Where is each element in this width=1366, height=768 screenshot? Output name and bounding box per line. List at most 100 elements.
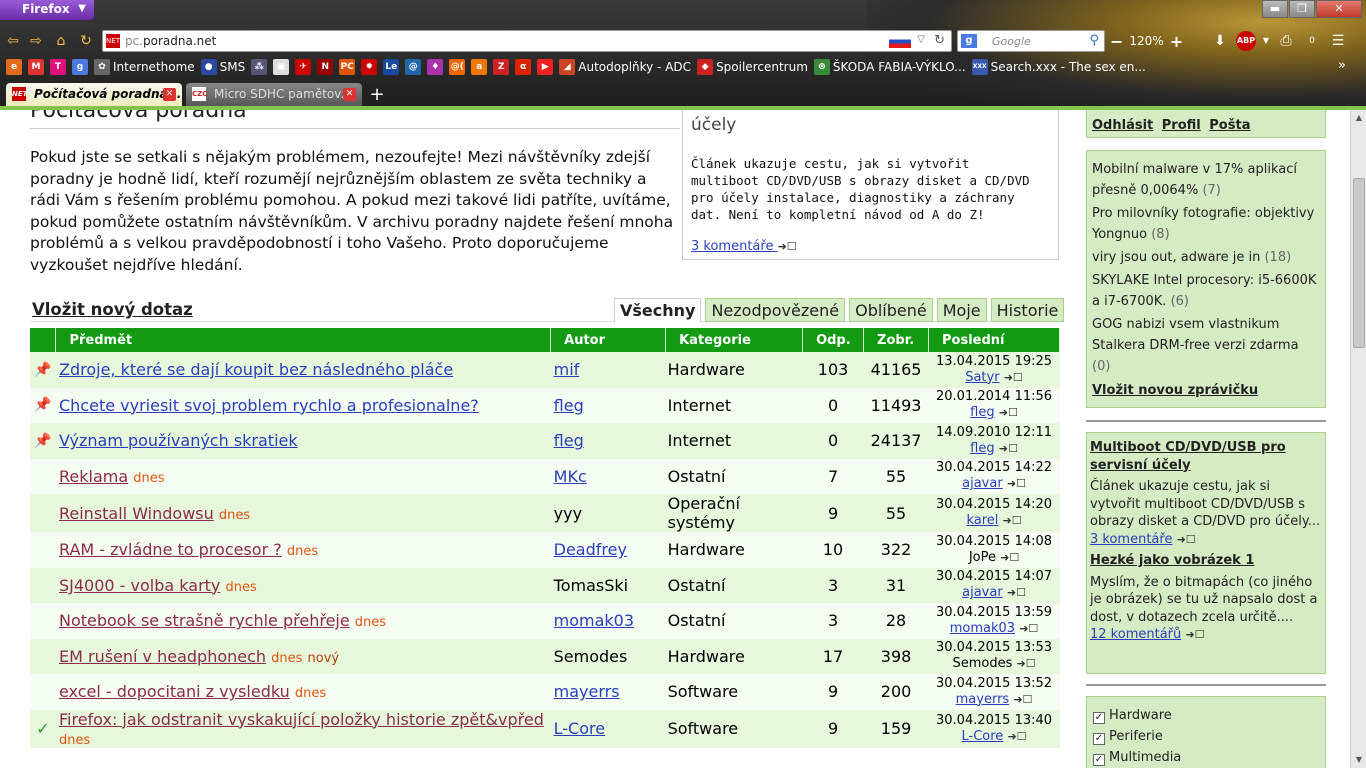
last-user-link[interactable]: mayerrs <box>956 692 1010 707</box>
last-user-link[interactable]: momak03 <box>950 621 1015 636</box>
go-arrow-icon[interactable]: ➜☐ <box>1004 370 1023 386</box>
last-user-link[interactable]: ajavar <box>962 476 1003 491</box>
scroll-down-icon[interactable]: ▼ <box>1351 752 1366 768</box>
print-icon[interactable]: ⎙ <box>1276 31 1296 51</box>
new-question-link[interactable]: Vložit nový dotaz <box>32 300 193 319</box>
question-link[interactable]: Notebook se strašně rychle přehřeje <box>59 611 350 630</box>
go-arrow-icon[interactable]: ➜☐ <box>1003 513 1022 529</box>
question-link[interactable]: Firefox: jak odstranit vyskakující polož… <box>59 710 544 729</box>
filter-favorite[interactable]: Oblíbené <box>849 298 933 322</box>
go-arrow-icon[interactable]: ➜☐ <box>1007 729 1026 745</box>
bookmark-1[interactable]: M <box>28 59 44 75</box>
zoom-out-icon[interactable]: − <box>1110 32 1123 51</box>
header-answers[interactable]: Odp. <box>802 328 865 352</box>
header-last[interactable]: Poslední <box>928 328 1060 352</box>
go-arrow-icon[interactable]: ➜☐ <box>1007 476 1026 492</box>
bookmark-6[interactable]: ⁂ <box>251 59 268 75</box>
author-link[interactable]: mayerrs <box>554 682 620 701</box>
category-checkbox[interactable]: ✓ <box>1093 712 1105 724</box>
featured-title[interactable]: účely <box>691 115 736 135</box>
go-arrow-icon[interactable]: ➜☐ <box>1185 626 1204 644</box>
news-item[interactable]: Mobilní malware v 17% aplikací přesně 0,… <box>1092 159 1320 201</box>
last-user-link[interactable]: ajavar <box>962 585 1003 600</box>
close-tab-icon[interactable]: ✕ <box>343 88 356 101</box>
category-checkbox[interactable]: ✓ <box>1093 733 1105 745</box>
author-link[interactable]: L-Core <box>554 719 605 738</box>
question-link[interactable]: Reklama <box>59 467 128 486</box>
bookmark-14[interactable]: ♦ <box>427 59 444 75</box>
search-icon[interactable]: ⚲ <box>1089 33 1099 48</box>
author-link[interactable]: fleg <box>554 396 584 415</box>
forward-icon[interactable]: ⇨ <box>27 32 45 50</box>
question-link[interactable]: Zdroje, které se dají koupit bez následn… <box>59 360 453 379</box>
page-scrollbar[interactable]: ▲ ▼ <box>1350 110 1366 768</box>
article-title[interactable]: Hezké jako vobrázek 1 <box>1090 552 1322 570</box>
article-comments-link[interactable]: 12 komentářů <box>1090 627 1181 642</box>
profile-link[interactable]: Profil <box>1162 118 1201 133</box>
bookmark-16[interactable]: a <box>471 59 488 75</box>
download-icon[interactable]: ⬇ <box>1210 31 1230 51</box>
bookmark-0[interactable]: e <box>6 59 22 75</box>
last-user-link[interactable]: fleg <box>970 405 994 420</box>
bookmark-7[interactable]: ▣ <box>273 59 290 75</box>
last-user-link[interactable]: fleg <box>970 441 994 456</box>
header-views[interactable]: Zobr. <box>863 328 930 352</box>
filter-mine[interactable]: Moje <box>936 298 987 322</box>
news-item[interactable]: viry jsou out, adware je in (18) <box>1092 247 1320 268</box>
author-link[interactable]: MKc <box>554 467 587 486</box>
url-bar[interactable]: NET pc.poradna.net ▽ ↻ <box>102 30 952 52</box>
go-arrow-icon[interactable]: ➜☐ <box>1013 692 1032 708</box>
bookmark-18[interactable]: α <box>515 59 532 75</box>
bookmarks-overflow-icon[interactable]: » <box>1338 58 1346 73</box>
bookmark-12[interactable]: Le <box>383 59 400 75</box>
bookmark-5[interactable]: ● SMS <box>200 59 245 75</box>
home-icon[interactable]: ⌂ <box>52 32 70 50</box>
maximize-button[interactable]: ❐ <box>1289 0 1315 18</box>
minimize-button[interactable]: ▬ <box>1262 0 1288 18</box>
mail-link[interactable]: Pošta <box>1209 118 1250 133</box>
google-engine-icon[interactable]: g <box>961 34 977 48</box>
adblock-icon[interactable]: ABP <box>1236 31 1256 51</box>
category-checkbox[interactable]: ✓ <box>1093 754 1105 766</box>
bookmark-22[interactable]: ⊛ ŠKODA FABIA-VÝKLO... <box>813 59 966 75</box>
header-category[interactable]: Kategorie <box>665 328 804 352</box>
question-link[interactable]: excel - dopocitani z vysledku <box>59 682 290 701</box>
bookmark-17[interactable]: Z <box>493 59 510 75</box>
bookmark-2[interactable]: T <box>50 59 66 75</box>
bookmark-8[interactable]: ✈ <box>295 59 312 75</box>
filter-history[interactable]: Historie <box>990 298 1065 322</box>
scroll-up-icon[interactable]: ▲ <box>1351 110 1366 126</box>
go-arrow-icon[interactable]: ➜☐ <box>1007 585 1026 601</box>
search-bar[interactable]: g Google ⚲ <box>957 30 1105 52</box>
reload-icon[interactable]: ↻ <box>77 32 95 50</box>
question-link[interactable]: Chcete vyriesit svoj problem rychlo a pr… <box>59 396 479 415</box>
go-arrow-icon[interactable]: ➜☐ <box>1177 531 1196 549</box>
bookmark-9[interactable]: N <box>317 59 334 75</box>
bookmark-19[interactable]: ▶ <box>537 59 554 75</box>
go-arrow-icon[interactable]: ➜☐ <box>999 405 1018 421</box>
logout-link[interactable]: Odhlásit <box>1092 118 1153 133</box>
filter-unanswered[interactable]: Nezodpovězené <box>705 298 846 322</box>
author-link[interactable]: momak03 <box>554 611 634 630</box>
last-user-link[interactable]: Satyr <box>965 370 999 385</box>
zoom-level[interactable]: 120% <box>1129 34 1163 48</box>
bookmark-11[interactable]: ✹ <box>361 59 378 75</box>
header-subject[interactable]: Předmět <box>55 328 552 352</box>
tab-poradna[interactable]: NET Počítačová poradna... ✕ <box>6 83 182 107</box>
bookmark-10[interactable]: PC <box>339 59 356 75</box>
author-link[interactable]: mif <box>554 360 580 379</box>
bookmark-23[interactable]: XXX Search.xxx - The sex en... <box>971 59 1146 75</box>
question-link[interactable]: RAM - zvládne to procesor ? <box>59 540 282 559</box>
go-arrow-icon[interactable]: ➜☐ <box>999 441 1018 457</box>
filter-all[interactable]: Všechny <box>614 298 702 322</box>
last-user-link[interactable]: L-Core <box>962 729 1004 744</box>
new-tab-button[interactable]: + <box>365 84 389 106</box>
bookmark-15[interactable]: @( <box>449 59 466 75</box>
question-link[interactable]: EM rušení v headphonech <box>59 647 266 666</box>
header-author[interactable]: Autor <box>550 328 667 352</box>
abp-dropdown-icon[interactable]: ▼ <box>1262 31 1270 51</box>
firefox-menu-button[interactable]: Firefox ▼ <box>0 0 94 20</box>
menu-icon[interactable]: ☰ <box>1328 31 1348 51</box>
news-item[interactable]: GOG nabizi vsem vlastnikum Stalkera DRM-… <box>1092 314 1320 377</box>
go-arrow-icon[interactable]: ➜☐ <box>1000 550 1019 566</box>
